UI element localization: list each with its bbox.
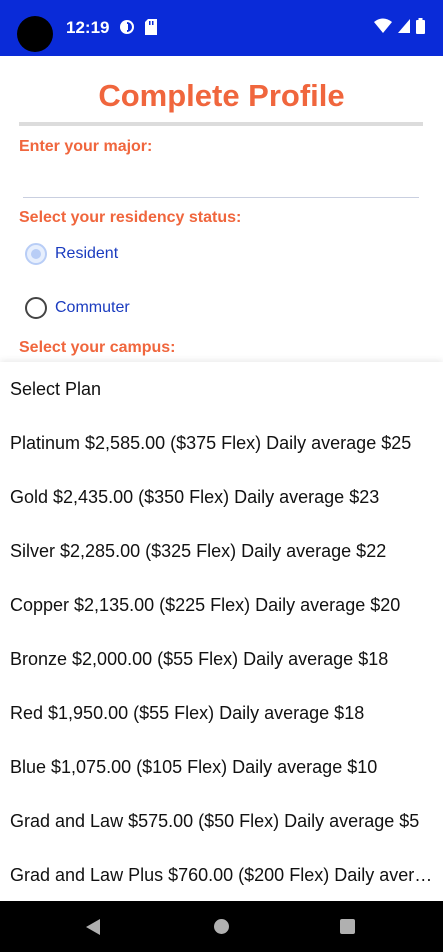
plan-option[interactable]: Platinum $2,585.00 ($375 Flex) Daily ave… <box>0 416 433 470</box>
data-saver-icon <box>120 20 134 34</box>
residency-label: Select your residency status: <box>19 209 242 226</box>
back-icon[interactable] <box>84 918 102 936</box>
plan-option[interactable]: Select Plan <box>0 362 433 416</box>
radio-selected-icon[interactable] <box>25 243 47 265</box>
signal-icon <box>398 19 410 33</box>
navigation-bar <box>0 901 443 952</box>
plan-option[interactable]: Silver $2,285.00 ($325 Flex) Daily avera… <box>0 524 433 578</box>
battery-icon <box>416 18 425 34</box>
plan-option[interactable]: Gold $2,435.00 ($350 Flex) Daily average… <box>0 470 433 524</box>
major-input[interactable] <box>23 162 419 198</box>
plan-dropdown-menu: Select Plan Platinum $2,585.00 ($375 Fle… <box>0 362 443 901</box>
home-icon[interactable] <box>213 918 230 935</box>
radio-label: Commuter <box>55 299 130 316</box>
plan-option[interactable]: Red $1,950.00 ($55 Flex) Daily average $… <box>0 686 433 740</box>
plan-option[interactable]: Grad and Law $575.00 ($50 Flex) Daily av… <box>0 794 433 848</box>
recents-icon[interactable] <box>339 918 356 935</box>
residency-option-commuter[interactable]: Commuter <box>25 297 130 319</box>
campus-label: Select your campus: <box>19 339 176 356</box>
status-clock: 12:19 <box>66 18 110 37</box>
plan-option[interactable]: Grad and Law Plus $760.00 ($200 Flex) Da… <box>0 848 433 902</box>
camera-cutout <box>17 16 53 52</box>
major-label: Enter your major: <box>19 138 153 155</box>
residency-option-resident[interactable]: Resident <box>25 243 118 265</box>
plan-option[interactable]: Bronze $2,000.00 ($55 Flex) Daily averag… <box>0 632 433 686</box>
plan-option[interactable]: Blue $1,075.00 ($105 Flex) Daily average… <box>0 740 433 794</box>
radio-unselected-icon[interactable] <box>25 297 47 319</box>
radio-label: Resident <box>55 245 119 262</box>
page-title: Complete Profile <box>98 78 345 113</box>
title-divider <box>19 122 423 126</box>
plan-option[interactable]: Copper $2,135.00 ($225 Flex) Daily avera… <box>0 578 433 632</box>
wifi-icon <box>374 18 392 33</box>
sd-card-icon <box>145 19 157 35</box>
profile-form: Complete Profile Enter your major: Selec… <box>0 56 443 362</box>
status-bar: 12:19 <box>0 0 443 56</box>
